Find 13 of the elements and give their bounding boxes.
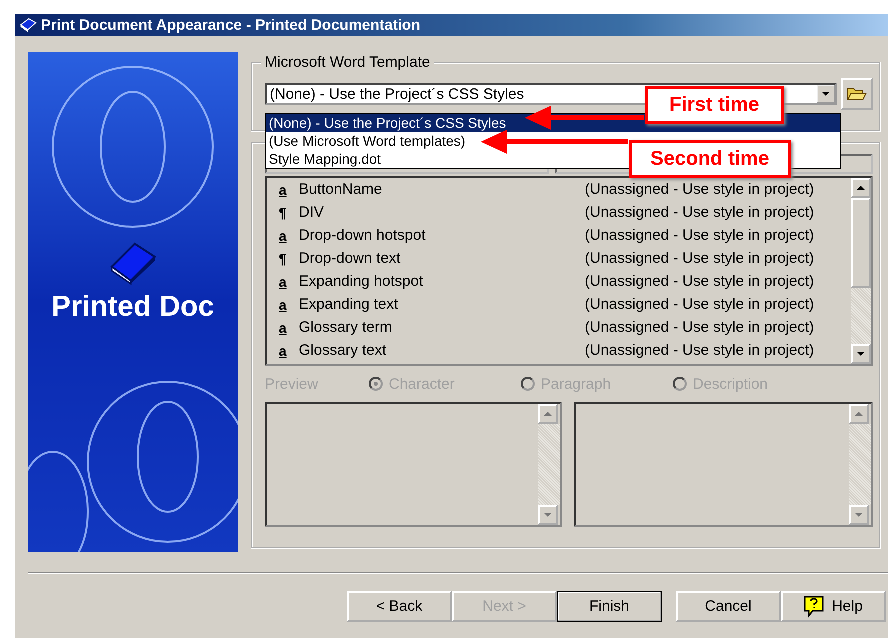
annotation-tooltip: Second time <box>629 140 791 178</box>
character-style-icon: a <box>279 274 299 290</box>
character-style-icon: a <box>279 320 299 336</box>
paragraph-style-icon: ¶ <box>279 250 299 266</box>
paragraph-style-icon: ¶ <box>279 204 299 220</box>
window-title: Print Document Appearance - Printed Documentation <box>41 16 420 34</box>
group-label: Microsoft Word Template <box>261 54 434 71</box>
character-style-icon: a <box>279 342 299 358</box>
banner-title: Printed Doc <box>52 290 214 324</box>
character-style-icon: a <box>279 182 299 198</box>
annotation-tooltip: First time <box>645 86 784 124</box>
character-style-icon: a <box>279 228 299 244</box>
character-style-icon: a <box>279 296 299 312</box>
